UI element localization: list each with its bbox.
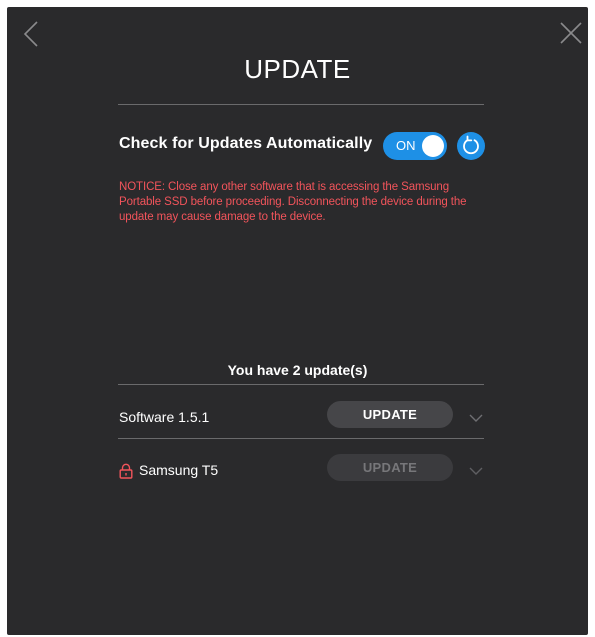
close-button[interactable] xyxy=(559,21,583,45)
software-expand-toggle[interactable] xyxy=(469,410,483,422)
refresh-button[interactable] xyxy=(457,132,485,160)
back-button[interactable] xyxy=(21,20,41,48)
device-update-button[interactable]: UPDATE xyxy=(327,454,453,481)
divider xyxy=(118,438,484,439)
page-title: UPDATE xyxy=(244,54,351,84)
update-window: UPDATE Check for Updates Automatically O… xyxy=(7,7,588,635)
close-icon xyxy=(560,22,582,44)
chevron-left-icon xyxy=(23,21,38,47)
notice-text: NOTICE: Close any other software that is… xyxy=(119,181,467,223)
device-update-name: Samsung T5 xyxy=(139,462,219,478)
lock-icon xyxy=(119,463,133,479)
auto-update-label: Check for Updates Automatically xyxy=(119,135,373,152)
refresh-icon xyxy=(463,135,479,155)
auto-update-toggle[interactable]: ON xyxy=(383,132,447,160)
divider xyxy=(118,384,484,385)
software-update-button[interactable]: UPDATE xyxy=(327,401,453,428)
chevron-down-icon xyxy=(469,467,483,475)
toggle-state-text: ON xyxy=(396,138,416,153)
chevron-down-icon xyxy=(469,414,483,422)
divider xyxy=(118,104,484,105)
toggle-knob xyxy=(422,135,444,157)
updates-summary: You have 2 update(s) xyxy=(227,362,368,378)
device-expand-toggle[interactable] xyxy=(469,463,483,475)
software-update-name: Software 1.5.1 xyxy=(119,409,210,425)
